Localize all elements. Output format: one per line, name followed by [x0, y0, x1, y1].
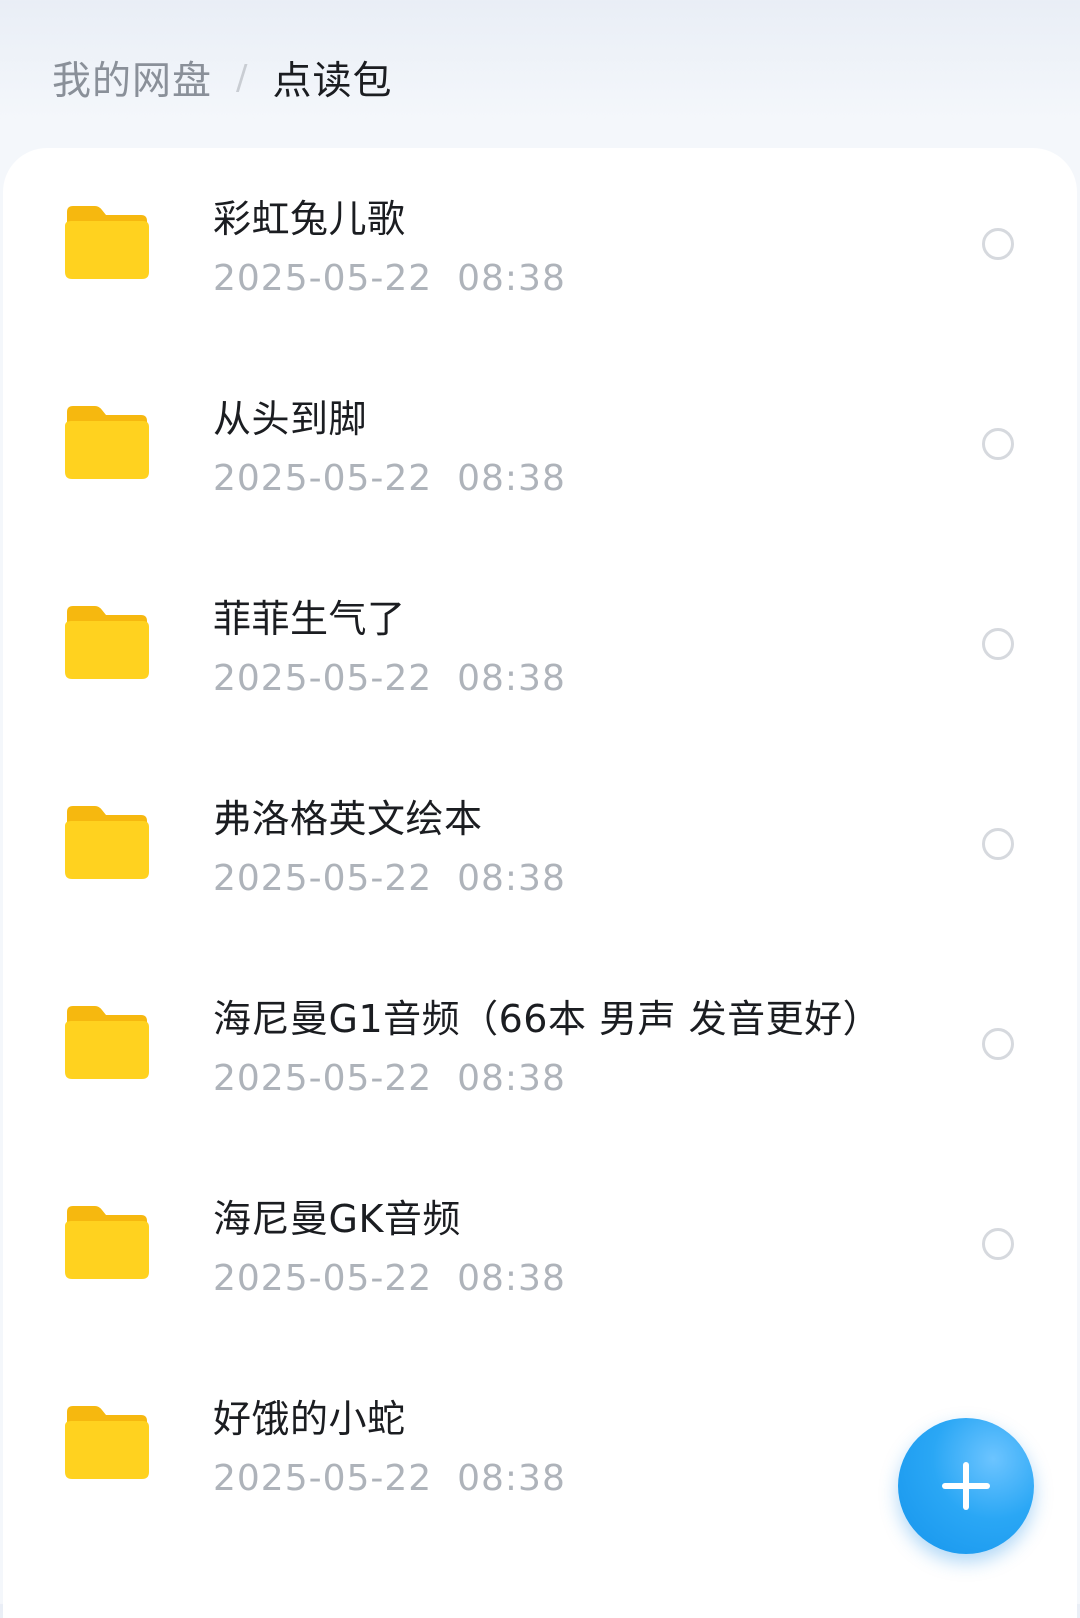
folder-icon — [65, 1006, 149, 1079]
folder-icon — [65, 1206, 149, 1279]
folder-row[interactable]: 海尼曼G1音频（66本 男声 发音更好） 2025-05-22 08:38 — [3, 948, 1077, 1152]
folder-icon — [65, 206, 149, 279]
select-radio[interactable] — [982, 1028, 1014, 1060]
folder-icon — [65, 1406, 149, 1479]
folder-modified-date: 2025-05-22 08:38 — [213, 1058, 566, 1099]
folder-icon — [65, 806, 149, 879]
breadcrumb-current: 点读包 — [272, 59, 393, 104]
folder-row[interactable]: 弗洛格英文绘本 2025-05-22 08:38 — [3, 748, 1077, 952]
folder-row[interactable]: 菲菲生气了 2025-05-22 08:38 — [3, 548, 1077, 752]
plus-icon — [942, 1462, 990, 1510]
select-radio[interactable] — [982, 428, 1014, 460]
folder-name: 好饿的小蛇 — [213, 1397, 406, 1441]
folder-icon — [65, 406, 149, 479]
add-button[interactable] — [898, 1418, 1034, 1554]
folder-modified-date: 2025-05-22 08:38 — [213, 1258, 566, 1299]
folder-modified-date: 2025-05-22 08:38 — [213, 1458, 566, 1499]
folder-icon — [65, 606, 149, 679]
folder-modified-date: 2025-05-22 08:38 — [213, 658, 566, 699]
select-radio[interactable] — [982, 628, 1014, 660]
folder-modified-date: 2025-05-22 08:38 — [213, 258, 566, 299]
folder-modified-date: 2025-05-22 08:38 — [213, 858, 566, 899]
folder-name: 从头到脚 — [213, 397, 368, 441]
folder-modified-date: 2025-05-22 08:38 — [213, 458, 566, 499]
folder-name: 海尼曼G1音频（66本 男声 发音更好） — [213, 997, 882, 1041]
select-radio[interactable] — [982, 828, 1014, 860]
folder-row[interactable]: 从头到脚 2025-05-22 08:38 — [3, 348, 1077, 552]
folder-name: 彩虹兔儿歌 — [213, 197, 406, 241]
select-radio[interactable] — [982, 228, 1014, 260]
folder-row[interactable]: 海尼曼GK音频 2025-05-22 08:38 — [3, 1148, 1077, 1352]
file-list-panel: 彩虹兔儿歌 2025-05-22 08:38 从头到脚 2025-05-22 0… — [3, 148, 1077, 1618]
select-radio[interactable] — [982, 1228, 1014, 1260]
breadcrumb: 我的网盘 / 点读包 — [52, 48, 393, 108]
folder-name: 菲菲生气了 — [213, 597, 406, 641]
folder-name: 海尼曼GK音频 — [213, 1197, 461, 1241]
breadcrumb-separator: / — [236, 58, 249, 98]
folder-name: 弗洛格英文绘本 — [213, 797, 483, 841]
folder-row[interactable]: 彩虹兔儿歌 2025-05-22 08:38 — [3, 148, 1077, 352]
breadcrumb-root-link[interactable]: 我的网盘 — [52, 50, 212, 106]
